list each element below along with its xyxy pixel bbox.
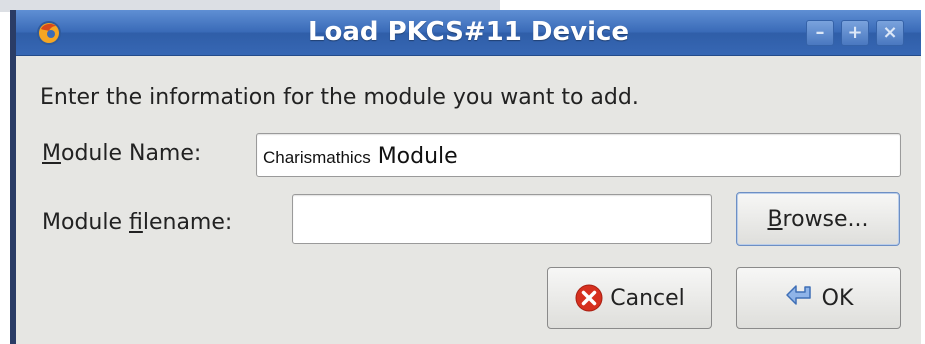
module-name-label-text: odule Name: xyxy=(60,141,202,166)
firefox-icon xyxy=(37,21,61,45)
module-filename-label-rest: ilename: xyxy=(142,210,233,235)
module-filename-label-start: Module xyxy=(42,210,129,235)
dialog-window: Load PKCS#11 Device – + × Enter the info… xyxy=(10,10,921,344)
browse-label: rowse... xyxy=(782,206,869,232)
cancel-label: Cancel xyxy=(610,285,685,311)
module-name-value-suffix: Module xyxy=(370,144,458,169)
module-name-label: Module Name: xyxy=(42,141,201,166)
module-name-value-prefix: Charismathics xyxy=(263,148,371,167)
ok-label: OK xyxy=(821,285,854,311)
close-window-button[interactable]: × xyxy=(876,20,904,46)
dialog-content: Enter the information for the module you… xyxy=(16,55,921,344)
minimize-icon: – xyxy=(815,22,825,43)
minimize-button[interactable]: – xyxy=(806,20,834,46)
module-filename-input[interactable] xyxy=(292,194,712,244)
module-filename-label: Module filename: xyxy=(42,210,232,235)
ok-button[interactable]: OK xyxy=(736,267,901,329)
cancel-button[interactable]: Cancel xyxy=(547,267,712,329)
close-icon: × xyxy=(882,22,898,43)
browse-button[interactable]: Browse... xyxy=(736,192,900,246)
prompt-text: Enter the information for the module you… xyxy=(40,85,639,110)
ok-arrow-icon xyxy=(784,284,816,312)
browse-mnemonic: B xyxy=(767,206,783,232)
title-bar[interactable]: Load PKCS#11 Device – + × xyxy=(16,10,921,56)
module-filename-mnemonic: f xyxy=(129,210,143,235)
module-name-input[interactable]: Charismathics Module xyxy=(256,133,901,177)
cancel-icon xyxy=(574,283,604,313)
module-name-mnemonic: M xyxy=(42,141,61,166)
maximize-button[interactable]: + xyxy=(841,20,869,46)
maximize-icon: + xyxy=(847,22,863,43)
window-title: Load PKCS#11 Device xyxy=(307,17,630,47)
